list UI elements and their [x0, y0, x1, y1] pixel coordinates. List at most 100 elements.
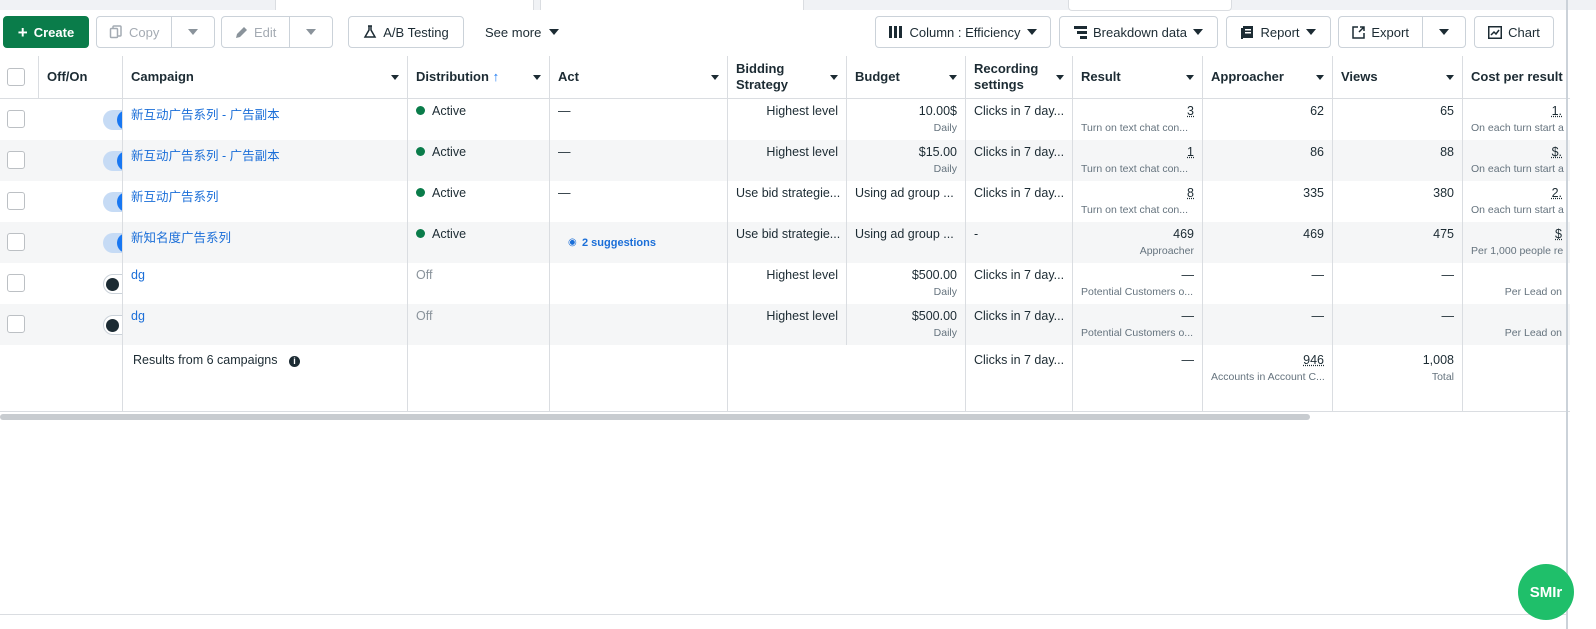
row-checkbox[interactable]: [7, 315, 25, 333]
create-button[interactable]: + Create: [3, 16, 89, 48]
table-row[interactable]: 新互动广告系列 - 广告副本 Active — Highest level $15.00…: [0, 140, 1570, 181]
recording-cell: Clicks in 7 day...: [966, 99, 1073, 140]
caret-down-icon[interactable]: [1056, 74, 1064, 80]
views-value: 65: [1440, 104, 1454, 118]
campaign-toggle[interactable]: [103, 274, 122, 294]
result-value: 469: [1173, 227, 1194, 241]
cost-value[interactable]: [1471, 268, 1562, 282]
row-checkbox[interactable]: [7, 192, 25, 210]
header-campaign[interactable]: Campaign: [123, 56, 408, 99]
result-value[interactable]: 1: [1081, 145, 1194, 159]
table-bottom-border: [0, 411, 1570, 412]
result-value[interactable]: 3: [1081, 104, 1194, 118]
column-button[interactable]: Column : Efficiency: [875, 16, 1051, 48]
campaign-name-link[interactable]: dg: [131, 268, 145, 282]
cost-value[interactable]: 1.: [1471, 104, 1562, 118]
caret-down-icon[interactable]: [533, 74, 541, 80]
header-result[interactable]: Result: [1073, 56, 1203, 99]
campaign-toggle[interactable]: [103, 192, 122, 212]
horizontal-scrollbar[interactable]: [0, 414, 1310, 420]
recording-value: Clicks in 7 day...: [974, 104, 1065, 118]
campaign-name-link[interactable]: 新知名度广告系列: [131, 231, 231, 245]
header-bidding[interactable]: Bidding Strategy: [728, 56, 847, 99]
cost-value[interactable]: $.: [1471, 145, 1562, 159]
views-value: —: [1441, 268, 1455, 282]
campaign-toggle[interactable]: [103, 110, 122, 130]
cost-value[interactable]: 2.: [1471, 186, 1562, 200]
toggle-cell: [39, 181, 123, 222]
header-approacher[interactable]: Approacher: [1203, 56, 1333, 99]
table-row[interactable]: 新知名度广告系列 Active ◉ 2 suggestions Use bid stra…: [0, 222, 1570, 263]
header-act[interactable]: Act: [550, 56, 728, 99]
caret-down-icon[interactable]: [1446, 74, 1454, 80]
breakdown-button[interactable]: Breakdown data: [1059, 16, 1218, 48]
top-tab[interactable]: [540, 0, 804, 10]
campaign-toggle[interactable]: [103, 315, 122, 335]
row-checkbox[interactable]: [7, 274, 25, 292]
header-distribution[interactable]: Distribution ↑: [408, 56, 550, 99]
campaign-name-link[interactable]: 新互动广告系列 - 广告副本: [131, 149, 280, 163]
row-checkbox[interactable]: [7, 110, 25, 128]
report-button[interactable]: Report: [1226, 16, 1331, 48]
export-dropdown[interactable]: [1423, 17, 1465, 47]
recording-cell: Clicks in 7 day...: [966, 263, 1073, 304]
cost-value[interactable]: [1471, 309, 1562, 323]
table-row[interactable]: dg Off Highest level $500.00 Daily Clicks in …: [0, 304, 1570, 345]
caret-down-icon[interactable]: [1316, 74, 1324, 80]
bidding-cell: Highest level: [728, 263, 847, 304]
table-row[interactable]: 新互动广告系列 Active — Use bid strategie... Using …: [0, 181, 1570, 222]
cost-value[interactable]: $: [1471, 227, 1562, 241]
table-row[interactable]: 新互动广告系列 - 广告副本 Active — Highest level 10.00$…: [0, 99, 1570, 140]
campaign-name-link[interactable]: 新互动广告系列: [131, 190, 219, 204]
edit-button[interactable]: Edit: [222, 17, 289, 47]
distribution-status: Off: [416, 309, 433, 323]
select-cell: [0, 140, 39, 181]
caret-down-icon[interactable]: [391, 74, 399, 80]
caret-down-icon[interactable]: [830, 74, 838, 80]
info-icon[interactable]: i: [289, 356, 300, 367]
caret-down-icon[interactable]: [1186, 74, 1194, 80]
caret-down-icon: [188, 29, 199, 35]
row-checkbox[interactable]: [7, 151, 25, 169]
result-value[interactable]: 8: [1081, 186, 1194, 200]
header-cost-per-result[interactable]: Cost per result: [1463, 56, 1570, 99]
top-tab[interactable]: [1068, 0, 1232, 11]
top-tab[interactable]: [275, 0, 534, 10]
campaign-name-link[interactable]: dg: [131, 309, 145, 323]
recording-value: Clicks in 7 day...: [974, 268, 1065, 282]
copy-button[interactable]: Copy: [97, 17, 171, 47]
suggestions-link[interactable]: 2 suggestions: [582, 237, 656, 249]
totals-result: —: [1073, 345, 1203, 411]
caret-down-icon[interactable]: [711, 74, 719, 80]
header-offon[interactable]: Off/On: [39, 56, 123, 99]
chart-button[interactable]: Chart: [1474, 16, 1554, 48]
result-cell: 8 Turn on text chat con...: [1073, 181, 1203, 222]
select-all-checkbox[interactable]: [7, 68, 25, 86]
select-cell: [0, 222, 39, 263]
header-budget[interactable]: Budget: [847, 56, 966, 99]
smir-badge[interactable]: SMIr: [1518, 564, 1574, 620]
see-more-button[interactable]: See more: [485, 16, 560, 48]
header-views[interactable]: Views: [1333, 56, 1463, 99]
caret-down-icon[interactable]: [949, 74, 957, 80]
table-row[interactable]: dg Off Highest level $500.00 Daily Clicks in …: [0, 263, 1570, 304]
header-recording[interactable]: Recording settings: [966, 56, 1073, 99]
approacher-value: 86: [1310, 145, 1324, 159]
budget-value: $15.00: [918, 145, 957, 159]
campaign-toggle[interactable]: [103, 233, 122, 253]
budget-cell: $15.00 Daily: [847, 140, 966, 181]
budget-cell: $500.00 Daily: [847, 263, 966, 304]
ab-testing-button[interactable]: A/B Testing: [348, 16, 464, 48]
campaign-name-link[interactable]: 新互动广告系列 - 广告副本: [131, 108, 280, 122]
edit-dropdown[interactable]: [290, 17, 332, 47]
campaign-toggle[interactable]: [103, 151, 122, 171]
export-button[interactable]: Export: [1339, 17, 1422, 47]
row-checkbox[interactable]: [7, 233, 25, 251]
copy-dropdown[interactable]: [172, 17, 214, 47]
views-cell: —: [1333, 304, 1463, 345]
toggle-cell: [39, 140, 123, 181]
toolbar: + Create Copy Edit A/B Testing See more …: [0, 16, 1596, 50]
suggestion-icon: ◉: [568, 237, 577, 248]
bidding-value: Highest level: [766, 104, 838, 118]
select-cell: [0, 99, 39, 140]
